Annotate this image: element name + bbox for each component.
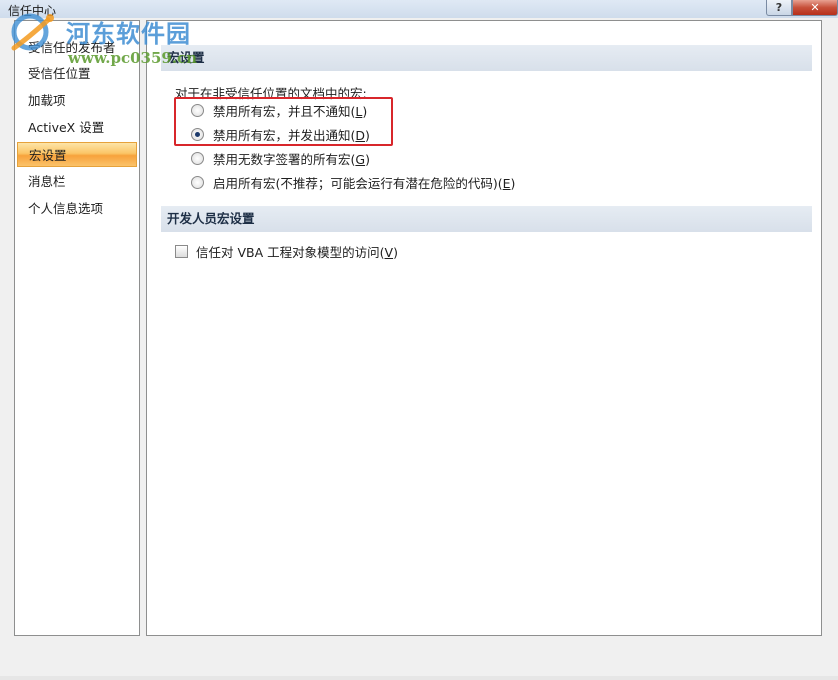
- window-controls: ? ✕: [766, 0, 838, 16]
- close-button[interactable]: ✕: [792, 0, 838, 16]
- watermark-url: www.pc0359.cn: [68, 49, 198, 67]
- checkbox[interactable]: [175, 244, 188, 258]
- radio-button[interactable]: [191, 175, 204, 189]
- macro-settings-header: 宏设置: [161, 45, 812, 71]
- checkbox-label: 信任对 VBA 工程对象模型的访问(V): [196, 244, 398, 260]
- watermark: 河东软件园 www.pc0359.cn: [0, 2, 220, 72]
- checkbox-trust-vba-access[interactable]: 信任对 VBA 工程对象模型的访问(V): [175, 242, 398, 260]
- radio-label: 禁用无数字签署的所有宏(G): [213, 151, 370, 167]
- radio-button[interactable]: [191, 151, 204, 165]
- radio-enable-all[interactable]: 启用所有宏(不推荐；可能会运行有潜在危险的代码)(E): [191, 173, 515, 191]
- red-annotation-box: [174, 97, 393, 146]
- window-bottom-edge: [0, 676, 838, 680]
- sidebar-item-privacy-options[interactable]: 个人信息选项: [17, 196, 137, 221]
- sidebar-item-add-ins[interactable]: 加载项: [17, 88, 137, 113]
- watermark-logo-icon: [11, 13, 54, 51]
- sidebar-item-message-bar[interactable]: 消息栏: [17, 169, 137, 194]
- help-button[interactable]: ?: [766, 0, 792, 16]
- sidebar-item-activex-settings[interactable]: ActiveX 设置: [17, 115, 137, 140]
- watermark-brand: 河东软件园: [66, 19, 191, 48]
- radio-label: 启用所有宏(不推荐；可能会运行有潜在危险的代码)(E): [213, 175, 516, 191]
- sidebar-nav: 受信任的发布者 受信任位置 加载项 ActiveX 设置 宏设置 消息栏 个人信…: [14, 20, 140, 636]
- sidebar-item-macro-settings[interactable]: 宏设置: [17, 142, 137, 167]
- radio-disable-unsigned[interactable]: 禁用无数字签署的所有宏(G): [191, 149, 370, 167]
- developer-macro-settings-header: 开发人员宏设置: [161, 206, 812, 232]
